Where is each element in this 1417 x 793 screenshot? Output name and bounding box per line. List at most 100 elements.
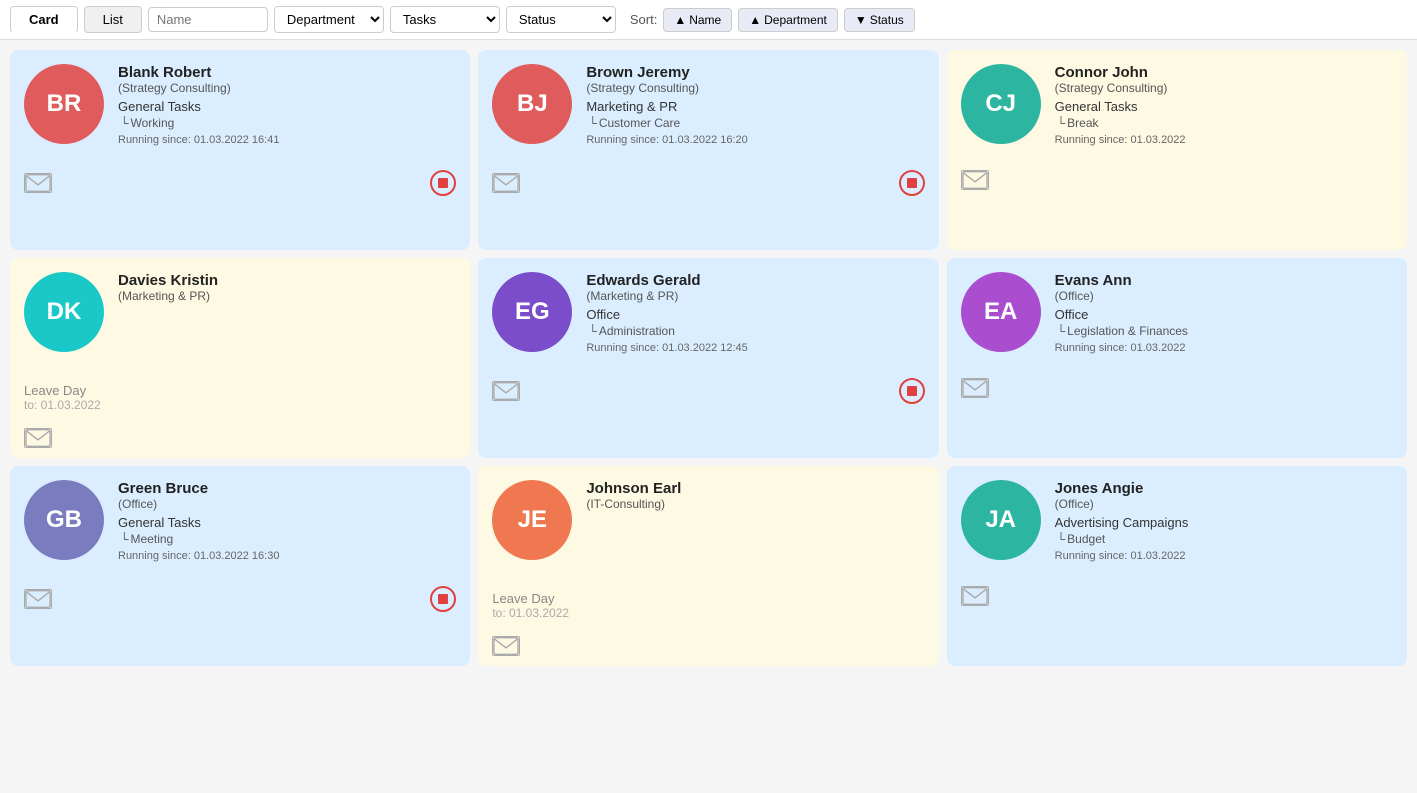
card-name: Connor John — [1055, 64, 1393, 81]
name-filter-input[interactable] — [148, 7, 268, 32]
card-task: General Tasks — [1055, 99, 1393, 114]
card-bottom — [24, 580, 456, 612]
avatar: BJ — [492, 64, 572, 144]
card-name: Johnson Earl — [586, 480, 924, 497]
envelope-icon — [493, 173, 519, 193]
card-leave: Leave Day — [24, 375, 456, 398]
card-leave-date: to: 01.03.2022 — [492, 606, 924, 620]
mail-icon[interactable] — [961, 586, 989, 606]
mail-icon[interactable] — [492, 173, 520, 193]
card-name: Jones Angie — [1055, 480, 1393, 497]
card-name: Blank Robert — [118, 64, 456, 81]
mail-icon[interactable] — [961, 170, 989, 190]
envelope-icon — [962, 586, 988, 606]
stop-button[interactable] — [430, 170, 456, 196]
card-name: Evans Ann — [1055, 272, 1393, 289]
envelope-icon — [493, 381, 519, 401]
sort-name-button[interactable]: ▲ Name — [663, 8, 732, 32]
envelope-icon — [493, 636, 519, 656]
avatar: CJ — [961, 64, 1041, 144]
mail-icon[interactable] — [24, 428, 52, 448]
sort-name-label: Name — [689, 13, 721, 27]
card-dept: (Office) — [1055, 289, 1393, 303]
card-subtask: Meeting — [118, 532, 456, 546]
sort-status-button[interactable]: ▼ Status — [844, 8, 915, 32]
card-brown-jeremy: BJ Brown Jeremy (Strategy Consulting) Ma… — [478, 50, 938, 250]
card-bottom — [961, 580, 1393, 606]
card-name: Edwards Gerald — [586, 272, 924, 289]
card-evans-ann: EA Evans Ann (Office) Office Legislation … — [947, 258, 1407, 458]
card-subtask: Break — [1055, 116, 1393, 130]
mail-icon[interactable] — [492, 636, 520, 656]
card-dept: (Strategy Consulting) — [1055, 81, 1393, 95]
avatar: BR — [24, 64, 104, 144]
sort-name-arrow: ▲ — [674, 13, 686, 27]
sort-dept-label: Department — [764, 13, 827, 27]
card-bottom — [492, 372, 924, 404]
card-bottom — [961, 372, 1393, 398]
mail-icon[interactable] — [24, 173, 52, 193]
card-info: Johnson Earl (IT-Consulting) — [586, 480, 924, 515]
card-info: Evans Ann (Office) Office Legislation & F… — [1055, 272, 1393, 354]
card-subtask: Budget — [1055, 532, 1393, 546]
mail-icon[interactable] — [961, 378, 989, 398]
mail-icon[interactable] — [24, 589, 52, 609]
stop-icon — [907, 386, 917, 396]
stop-button[interactable] — [899, 378, 925, 404]
card-bottom — [24, 164, 456, 196]
sort-status-label: Status — [870, 13, 904, 27]
card-leave: Leave Day — [492, 583, 924, 606]
department-filter[interactable]: Department — [274, 6, 384, 33]
card-name: Brown Jeremy — [586, 64, 924, 81]
card-info: Brown Jeremy (Strategy Consulting) Marke… — [586, 64, 924, 146]
card-dept: (Marketing & PR) — [118, 289, 456, 303]
sort-dept-arrow: ▲ — [749, 13, 761, 27]
card-info: Blank Robert (Strategy Consulting) Gener… — [118, 64, 456, 146]
card-green-bruce: GB Green Bruce (Office) General TasksMee… — [10, 466, 470, 666]
card-davies-kristin: DK Davies Kristin (Marketing & PR) Leave… — [10, 258, 470, 458]
card-subtask: Legislation & Finances — [1055, 324, 1393, 338]
avatar: DK — [24, 272, 104, 352]
card-top: BR Blank Robert (Strategy Consulting) Ge… — [24, 64, 456, 146]
sort-department-button[interactable]: ▲ Department — [738, 8, 838, 32]
card-info: Edwards Gerald (Marketing & PR) OfficeAd… — [586, 272, 924, 354]
card-task: General Tasks — [118, 99, 456, 114]
envelope-icon — [25, 173, 51, 193]
card-top: EA Evans Ann (Office) Office Legislation … — [961, 272, 1393, 354]
card-running: Running since: 01.03.2022 — [1055, 342, 1393, 354]
tab-card[interactable]: Card — [10, 6, 78, 33]
avatar: JE — [492, 480, 572, 560]
card-info: Connor John (Strategy Consulting) Genera… — [1055, 64, 1393, 146]
card-top: CJ Connor John (Strategy Consulting) Gen… — [961, 64, 1393, 146]
stop-button[interactable] — [430, 586, 456, 612]
tasks-filter[interactable]: Tasks — [390, 6, 500, 33]
card-running: Running since: 01.03.2022 — [1055, 134, 1393, 146]
card-jones-angie: JA Jones Angie (Office) Advertising Camp… — [947, 466, 1407, 666]
status-filter[interactable]: Status — [506, 6, 616, 33]
card-task: Office — [586, 307, 924, 322]
card-running: Running since: 01.03.2022 16:30 — [118, 550, 456, 562]
card-running: Running since: 01.03.2022 — [1055, 550, 1393, 562]
stop-button[interactable] — [899, 170, 925, 196]
envelope-icon — [962, 170, 988, 190]
card-dept: (Strategy Consulting) — [586, 81, 924, 95]
card-task: Office — [1055, 307, 1393, 322]
avatar: EG — [492, 272, 572, 352]
card-name: Green Bruce — [118, 480, 456, 497]
card-info: Davies Kristin (Marketing & PR) — [118, 272, 456, 307]
card-johnson-earl: JE Johnson Earl (IT-Consulting) Leave Da… — [478, 466, 938, 666]
card-info: Green Bruce (Office) General TasksMeetin… — [118, 480, 456, 562]
card-connor-john: CJ Connor John (Strategy Consulting) Gen… — [947, 50, 1407, 250]
card-dept: (Marketing & PR) — [586, 289, 924, 303]
card-dept: (IT-Consulting) — [586, 497, 924, 511]
card-running: Running since: 01.03.2022 12:45 — [586, 342, 924, 354]
tab-list[interactable]: List — [84, 6, 142, 33]
avatar: EA — [961, 272, 1041, 352]
card-bottom — [492, 630, 924, 656]
card-edwards-gerald: EG Edwards Gerald (Marketing & PR) Offic… — [478, 258, 938, 458]
envelope-icon — [25, 428, 51, 448]
card-bottom — [24, 422, 456, 448]
mail-icon[interactable] — [492, 381, 520, 401]
card-subtask: Working — [118, 116, 456, 130]
card-running: Running since: 01.03.2022 16:41 — [118, 134, 456, 146]
